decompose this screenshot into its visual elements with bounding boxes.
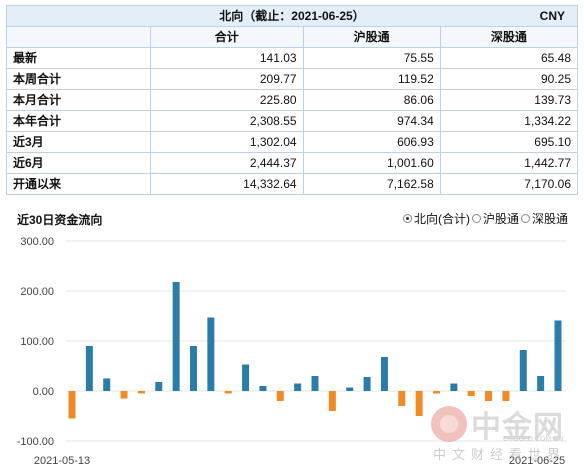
- cell-total: 14,332.64: [150, 173, 304, 195]
- flow-bar[interactable]: [519, 350, 527, 391]
- flow-bar[interactable]: [450, 383, 458, 392]
- flow-bar[interactable]: [380, 357, 388, 391]
- y-tick-label: 100.00: [20, 336, 54, 348]
- cell-shanghai: 86.06: [302, 89, 441, 111]
- y-tick-label: 300.00: [20, 236, 54, 248]
- flow-bar[interactable]: [207, 317, 215, 392]
- y-tick-label: -100.00: [17, 436, 54, 448]
- row-label: 近3月: [6, 131, 151, 153]
- cell-shanghai: 606.93: [302, 131, 441, 153]
- cell-shanghai: 119.52: [302, 68, 441, 90]
- watermark-domain: CNGOLD.COM.CN: [503, 436, 564, 443]
- currency-label: CNY: [539, 9, 565, 23]
- row-label: 开通以来: [6, 173, 151, 195]
- flow-bar[interactable]: [415, 391, 423, 416]
- cell-total: 2,308.55: [150, 110, 304, 132]
- table-title: 北向（截止：2021-06-25）: [219, 9, 365, 23]
- flow-bar[interactable]: [311, 376, 319, 391]
- row-label: 本月合计: [6, 89, 151, 111]
- northbound-summary-table: 北向（截止：2021-06-25） CNY 合计 沪股通 深股通 最新 141.…: [6, 5, 579, 195]
- flow-bar[interactable]: [554, 320, 562, 391]
- flow-bar[interactable]: [537, 376, 545, 391]
- y-tick-label: 200.00: [20, 286, 54, 298]
- flow-bar[interactable]: [68, 391, 76, 419]
- flow-bar[interactable]: [467, 391, 475, 396]
- flow-bar[interactable]: [259, 386, 267, 391]
- flow-bar[interactable]: [85, 346, 93, 391]
- cell-shanghai: 1,001.60: [302, 152, 441, 174]
- flow-bar[interactable]: [346, 387, 354, 392]
- row-label: 近6月: [6, 152, 151, 174]
- cell-shanghai: 7,162.58: [302, 173, 441, 195]
- radio-label: 沪股通: [482, 212, 519, 226]
- x-start-date-label: 2021-05-13: [34, 455, 90, 467]
- chart-title: 近30日资金流向: [17, 213, 103, 227]
- flow-bar[interactable]: [137, 391, 145, 394]
- radio-unchecked-icon[interactable]: [520, 214, 530, 223]
- flow-bar[interactable]: [363, 377, 371, 391]
- flow-bar[interactable]: [120, 391, 128, 399]
- bars: [68, 282, 562, 419]
- site-watermark: 中金网 CNGOLD.COM.CN 中文财经看世界: [425, 400, 580, 466]
- capital-flow-panel: 北向（截止：2021-06-25） CNY 合计 沪股通 深股通 最新 141.…: [0, 0, 584, 472]
- y-axis-ticks: 300.00 200.00 100.00 0.00 -100.00: [17, 236, 54, 448]
- table-title-row: 北向（截止：2021-06-25） CNY: [6, 5, 578, 27]
- cell-shanghai: 75.55: [302, 47, 441, 69]
- cell-total: 1,302.04: [150, 131, 304, 153]
- radio-shenzhen-connect[interactable]: 深股通: [520, 210, 568, 227]
- header-total: 合计: [150, 26, 304, 48]
- table-row: 近3月 1,302.04 606.93 695.10: [6, 131, 579, 153]
- header-empty: [6, 26, 151, 48]
- table-row: 本年合计 2,308.55 974.34 1,334.22: [6, 110, 579, 132]
- cell-shenzhen: 7,170.06: [439, 173, 579, 195]
- table-row: 最新 141.03 75.55 65.48: [6, 47, 579, 69]
- cell-shenzhen: 1,442.77: [439, 152, 579, 174]
- row-label: 本周合计: [6, 68, 151, 90]
- table-header-row: 合计 沪股通 深股通: [6, 26, 579, 48]
- brand-logo-icon: [431, 406, 467, 442]
- header-shenzhen-connect: 深股通: [439, 26, 579, 48]
- table-title-cell: 北向（截止：2021-06-25） CNY: [6, 5, 578, 27]
- flow-bar[interactable]: [103, 378, 111, 392]
- cell-total: 141.03: [150, 47, 304, 69]
- cell-shanghai: 974.34: [302, 110, 441, 132]
- radio-label: 深股通: [531, 212, 568, 226]
- table-row: 本月合计 225.80 86.06 139.73: [6, 89, 579, 111]
- cell-shenzhen: 90.25: [439, 68, 579, 90]
- series-selector: 北向(合计) 沪股通 深股通: [401, 210, 568, 227]
- radio-label: 北向(合计): [413, 212, 470, 226]
- cell-shenzhen: 1,334.22: [439, 110, 579, 132]
- flow-bar[interactable]: [155, 382, 163, 391]
- flow-bar[interactable]: [242, 364, 250, 392]
- radio-northbound-total[interactable]: 北向(合计): [402, 210, 470, 227]
- watermark-slogan: 中文财经看世界: [433, 447, 567, 462]
- flow-bar[interactable]: [398, 391, 406, 406]
- table-row: 本周合计 209.77 119.52 90.25: [6, 68, 579, 90]
- radio-checked-icon[interactable]: [402, 214, 412, 223]
- row-label: 最新: [6, 47, 151, 69]
- radio-unchecked-icon[interactable]: [471, 214, 481, 223]
- header-shanghai-connect: 沪股通: [302, 26, 441, 48]
- flow-bar[interactable]: [172, 282, 180, 391]
- table-row: 开通以来 14,332.64 7,162.58 7,170.06: [6, 173, 579, 195]
- flow-bar[interactable]: [190, 346, 197, 391]
- cell-total: 2,444.37: [150, 152, 304, 174]
- cell-shenzhen: 65.48: [439, 47, 579, 69]
- flow-bar[interactable]: [276, 391, 284, 401]
- cell-total: 209.77: [150, 68, 304, 90]
- flow-bar[interactable]: [224, 391, 232, 394]
- y-tick-label: 0.00: [33, 386, 54, 398]
- cell-shenzhen: 695.10: [439, 131, 579, 153]
- flow-bar[interactable]: [294, 383, 302, 392]
- cell-total: 225.80: [150, 89, 304, 111]
- flow-bar[interactable]: [328, 391, 336, 411]
- table-row: 近6月 2,444.37 1,001.60 1,442.77: [6, 152, 579, 174]
- cell-shenzhen: 139.73: [439, 89, 579, 111]
- radio-shanghai-connect[interactable]: 沪股通: [471, 210, 519, 227]
- flow-bar[interactable]: [433, 391, 440, 394]
- row-label: 本年合计: [6, 110, 151, 132]
